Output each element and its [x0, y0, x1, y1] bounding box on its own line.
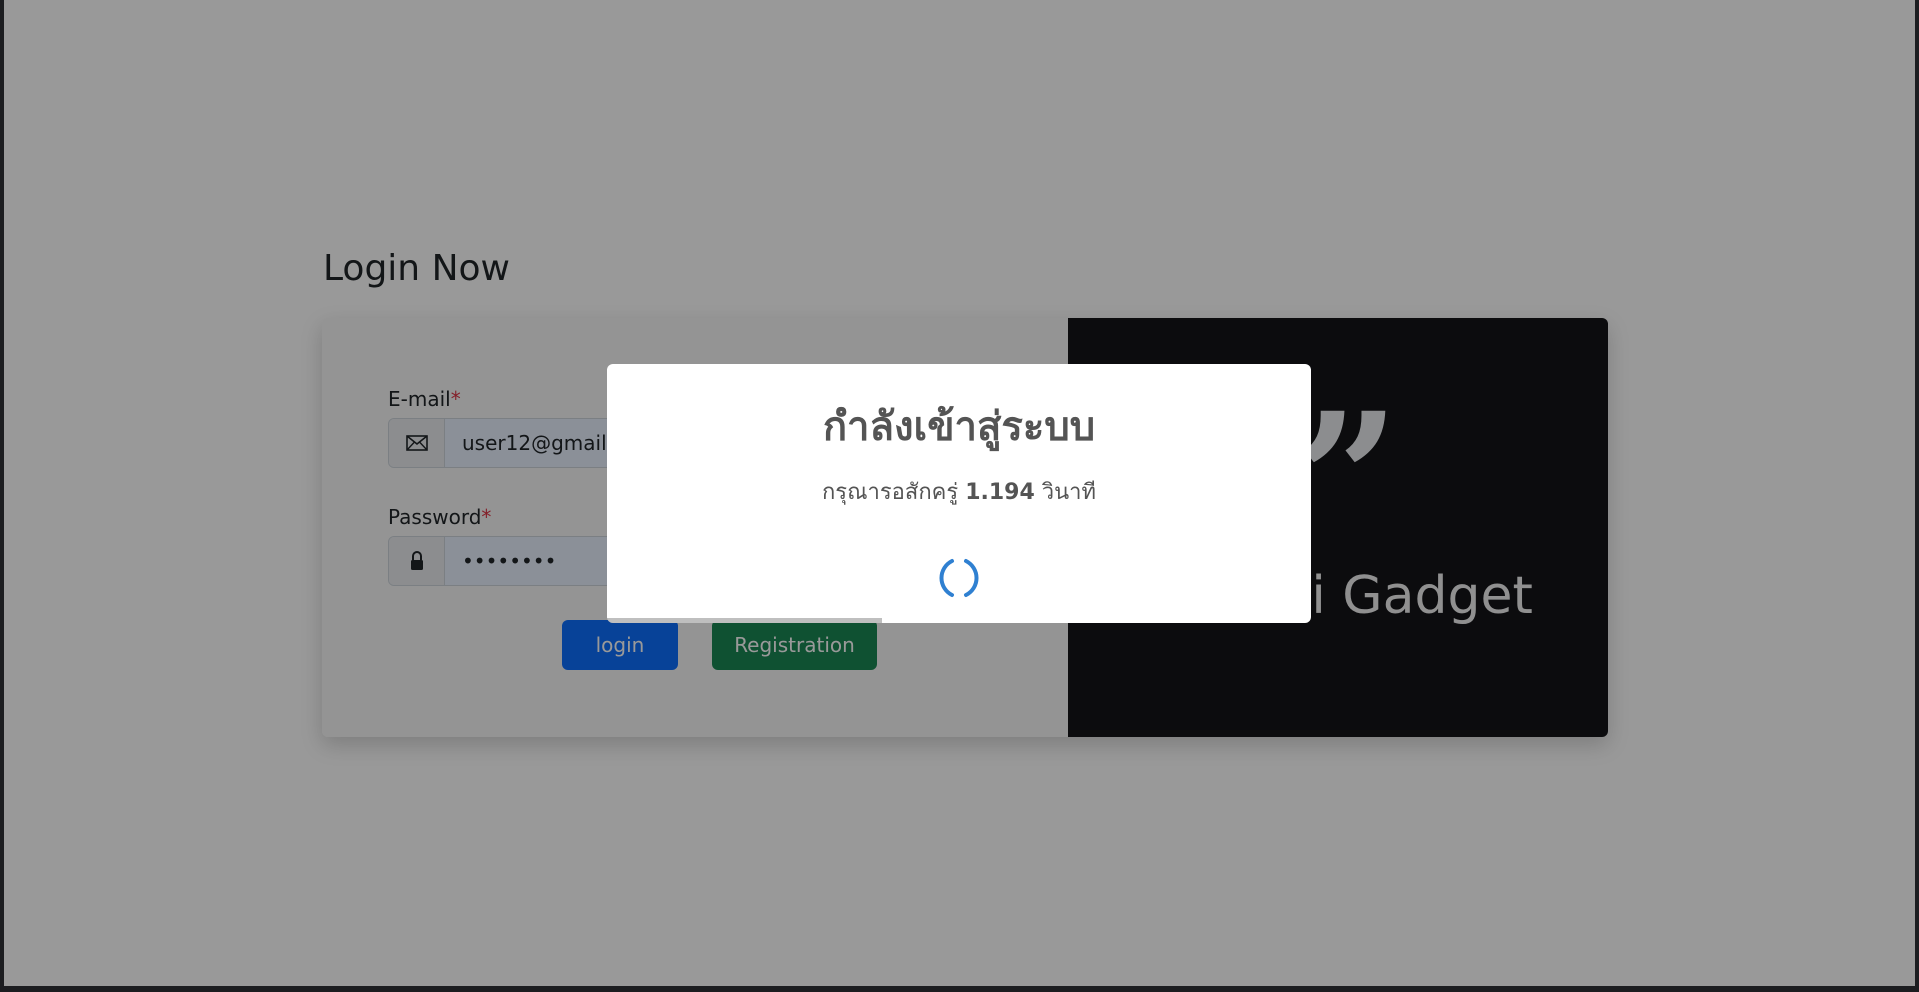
dialog-message-suffix: วินาที	[1034, 480, 1097, 505]
dialog-message: กรุณารอสักครู่ 1.194 วินาที	[607, 474, 1311, 509]
dialog-title: กำลังเข้าสู่ระบบ	[822, 404, 1096, 450]
countdown-value: 1.194	[965, 480, 1035, 505]
loading-spinner-icon	[939, 559, 979, 597]
timer-progress-bar	[607, 618, 882, 623]
dialog-message-prefix: กรุณารอสักครู่	[821, 480, 966, 505]
login-loading-dialog: กำลังเข้าสู่ระบบ กรุณารอสักครู่ 1.194 วิ…	[607, 364, 1311, 623]
